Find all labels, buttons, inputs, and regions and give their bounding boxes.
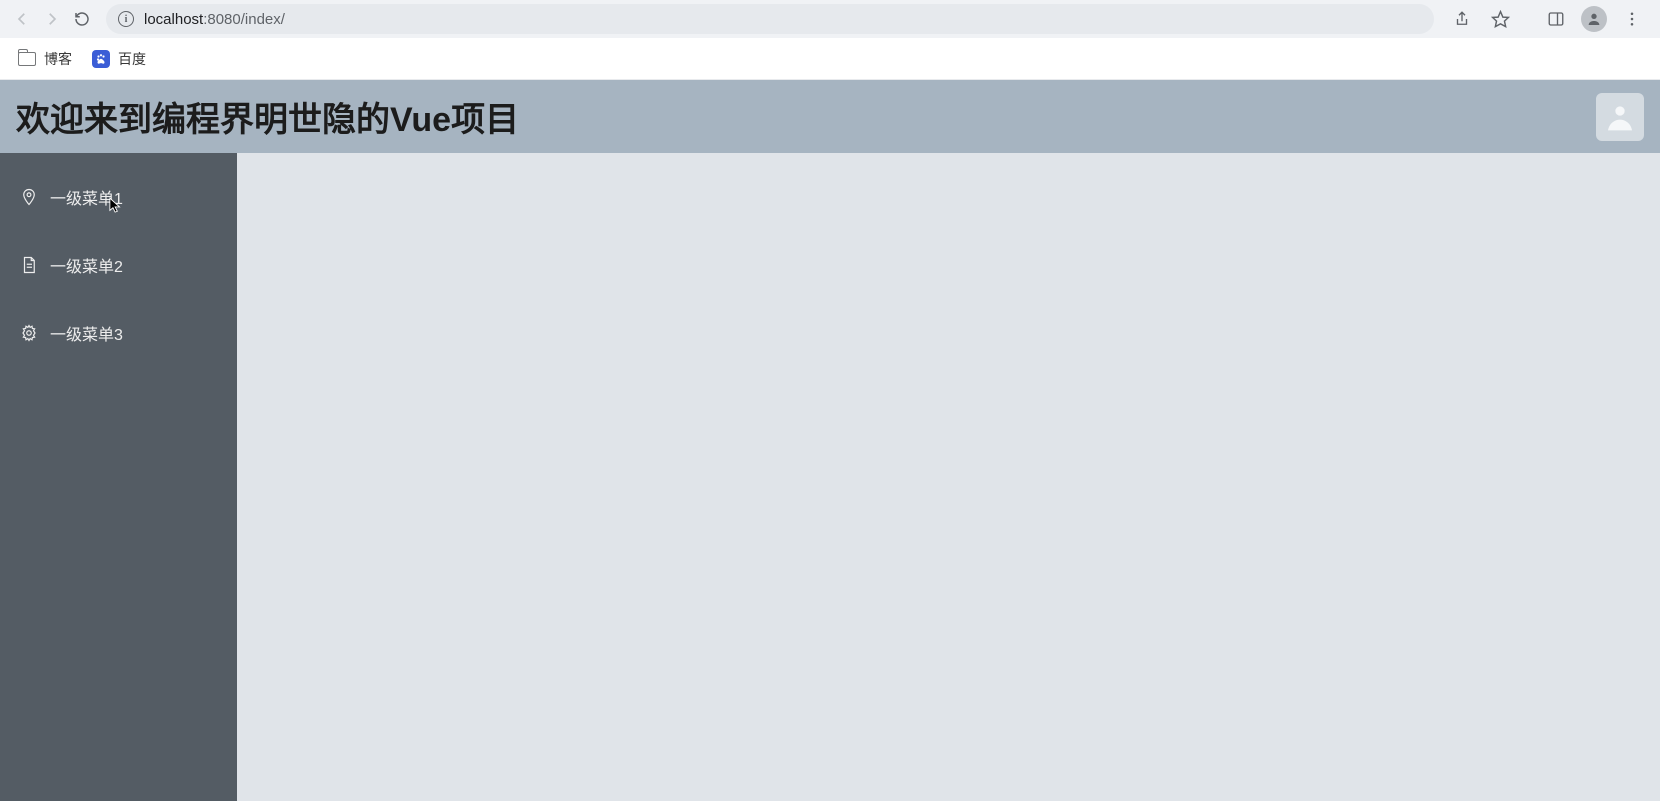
location-icon [20,188,38,206]
page-title: 欢迎来到编程界明世隐的Vue项目 [16,92,519,141]
browser-nav-bar: i localhost:8080/index/ [0,0,1660,38]
user-avatar[interactable] [1596,93,1644,141]
sidebar: 一级菜单1 一级菜单2 一级菜单3 [0,153,237,801]
setting-icon [20,324,38,342]
site-info-icon[interactable]: i [118,11,134,27]
sidebar-item-label: 一级菜单2 [50,253,123,277]
sidebar-item-label: 一级菜单3 [50,321,123,345]
app-header: 欢迎来到编程界明世隐的Vue项目 [0,80,1660,153]
sidebar-item-label: 一级菜单1 [50,185,123,209]
bookmark-label: 百度 [118,49,146,69]
main-layout: 一级菜单1 一级菜单2 一级菜单3 [0,153,1660,801]
address-bar[interactable]: i localhost:8080/index/ [106,4,1434,34]
sidebar-item-menu1[interactable]: 一级菜单1 [0,163,237,231]
profile-icon[interactable] [1580,5,1608,33]
sidebar-item-menu3[interactable]: 一级菜单3 [0,299,237,367]
kebab-menu-icon[interactable] [1618,5,1646,33]
document-icon [20,256,38,274]
back-button[interactable] [8,5,36,33]
sidebar-item-menu2[interactable]: 一级菜单2 [0,231,237,299]
browser-actions [1442,5,1652,33]
forward-button[interactable] [38,5,66,33]
share-icon[interactable] [1448,5,1476,33]
star-icon[interactable] [1486,5,1514,33]
reload-button[interactable] [68,5,96,33]
panel-icon[interactable] [1542,5,1570,33]
baidu-icon [92,50,110,68]
folder-icon [18,52,36,66]
url-text: localhost:8080/index/ [144,11,285,28]
bookmark-blog[interactable]: 博客 [10,45,80,73]
bookmarks-bar: 博客 百度 [0,38,1660,80]
content-area [237,153,1660,801]
bookmark-label: 博客 [44,49,72,69]
bookmark-baidu[interactable]: 百度 [84,45,154,73]
